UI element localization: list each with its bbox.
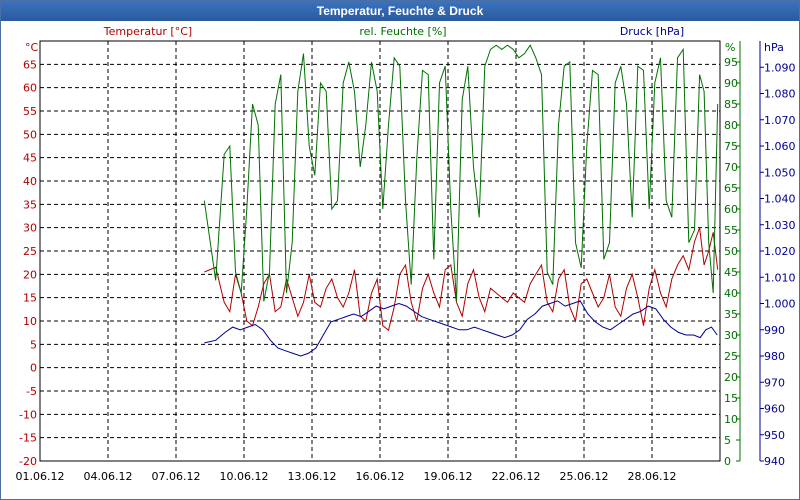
pressure-tick-label: 970 <box>764 376 785 389</box>
temperature-axis-label: Temperatur [°C] <box>103 25 192 38</box>
pressure-tick-label: 1.010 <box>764 271 796 284</box>
humidity-tick-label: 20 <box>724 371 738 384</box>
x-tick-label: 25.06.12 <box>560 470 609 483</box>
series-layer <box>203 44 719 357</box>
x-tick-label: 10.06.12 <box>220 470 269 483</box>
humidity-axis-label: rel. Feuchte [%] <box>359 25 446 38</box>
humidity-tick-label: 5 <box>724 434 731 447</box>
temperature-tick-label: 40 <box>23 175 37 188</box>
x-tick-label: 28.06.12 <box>628 470 677 483</box>
pressure-tick-label: 1.050 <box>764 166 796 179</box>
pressure-tick-label: 1.040 <box>764 193 796 206</box>
temperature-tick-label: -20 <box>19 455 37 468</box>
temperature-tick-label: 50 <box>23 128 37 141</box>
temperature-tick-label: 30 <box>23 222 37 235</box>
x-tick-label: 16.06.12 <box>356 470 405 483</box>
temperature-tick-label: 20 <box>23 268 37 281</box>
temperature-tick-label: 35 <box>23 198 37 211</box>
pressure-tick-label: 1.090 <box>764 61 796 74</box>
x-tick-label: 01.06.12 <box>16 470 65 483</box>
humidity-tick-label: 80 <box>724 119 738 132</box>
humidity-tick-label: 40 <box>724 287 738 300</box>
temperature-tick-label: -10 <box>19 408 37 421</box>
pressure-tick-label: 1.060 <box>764 140 796 153</box>
humidity-tick-label: 45 <box>724 266 738 279</box>
pressure-tick-label: 1.000 <box>764 298 796 311</box>
temperature-tick-label: 65 <box>23 58 37 71</box>
humidity-tick-label: 65 <box>724 182 738 195</box>
pressure-tick-label: 940 <box>764 455 785 468</box>
pressure-tick-label: 1.070 <box>764 114 796 127</box>
pressure-unit: hPa <box>764 41 784 54</box>
x-tick-label: 22.06.12 <box>492 470 541 483</box>
humidity-tick-label: 50 <box>724 245 738 258</box>
temperature-tick-label: 45 <box>23 152 37 165</box>
x-tick-label: 13.06.12 <box>288 470 337 483</box>
temperature-tick-label: 5 <box>30 338 37 351</box>
humidity-tick-label: 10 <box>724 413 738 426</box>
temperature-tick-label: 60 <box>23 82 37 95</box>
pressure-axis-label: Druck [hPa] <box>620 25 684 38</box>
temperature-tick-label: 55 <box>23 105 37 118</box>
humidity-tick-label: 95 <box>724 56 738 69</box>
temperature-tick-label: 10 <box>23 315 37 328</box>
humidity-tick-label: 60 <box>724 203 738 216</box>
humidity-tick-label: 75 <box>724 140 738 153</box>
series-line-humidity <box>203 44 719 302</box>
humidity-tick-label: 25 <box>724 350 738 363</box>
temperature-tick-label: -15 <box>19 432 37 445</box>
pressure-tick-label: 980 <box>764 350 785 363</box>
pressure-tick-label: 1.020 <box>764 245 796 258</box>
chart: -20-15-10-50510152025303540455055606501.… <box>16 25 796 483</box>
humidity-tick-label: 90 <box>724 77 738 90</box>
temperature-unit: °C <box>25 41 39 54</box>
humidity-tick-label: 55 <box>724 224 738 237</box>
humidity-tick-label: 15 <box>724 392 738 405</box>
series-line-temperature <box>204 227 719 332</box>
x-tick-label: 07.06.12 <box>152 470 201 483</box>
pressure-tick-label: 990 <box>764 324 785 337</box>
temperature-tick-label: -5 <box>26 385 37 398</box>
chart-grid <box>40 41 720 461</box>
axes-layer: -20-15-10-50510152025303540455055606501.… <box>16 41 796 483</box>
humidity-unit: % <box>725 41 735 54</box>
x-tick-label: 19.06.12 <box>424 470 473 483</box>
humidity-tick-label: 30 <box>724 329 738 342</box>
pressure-tick-label: 950 <box>764 429 785 442</box>
x-tick-label: 04.06.12 <box>84 470 133 483</box>
temperature-tick-label: 0 <box>30 362 37 375</box>
humidity-tick-label: 35 <box>724 308 738 321</box>
humidity-tick-label: 0 <box>724 455 731 468</box>
temperature-tick-label: 15 <box>23 292 37 305</box>
pressure-tick-label: 1.080 <box>764 88 796 101</box>
temperature-tick-label: 25 <box>23 245 37 258</box>
pressure-tick-label: 1.030 <box>764 219 796 232</box>
humidity-tick-label: 85 <box>724 98 738 111</box>
pressure-tick-label: 960 <box>764 403 785 416</box>
humidity-tick-label: 70 <box>724 161 738 174</box>
